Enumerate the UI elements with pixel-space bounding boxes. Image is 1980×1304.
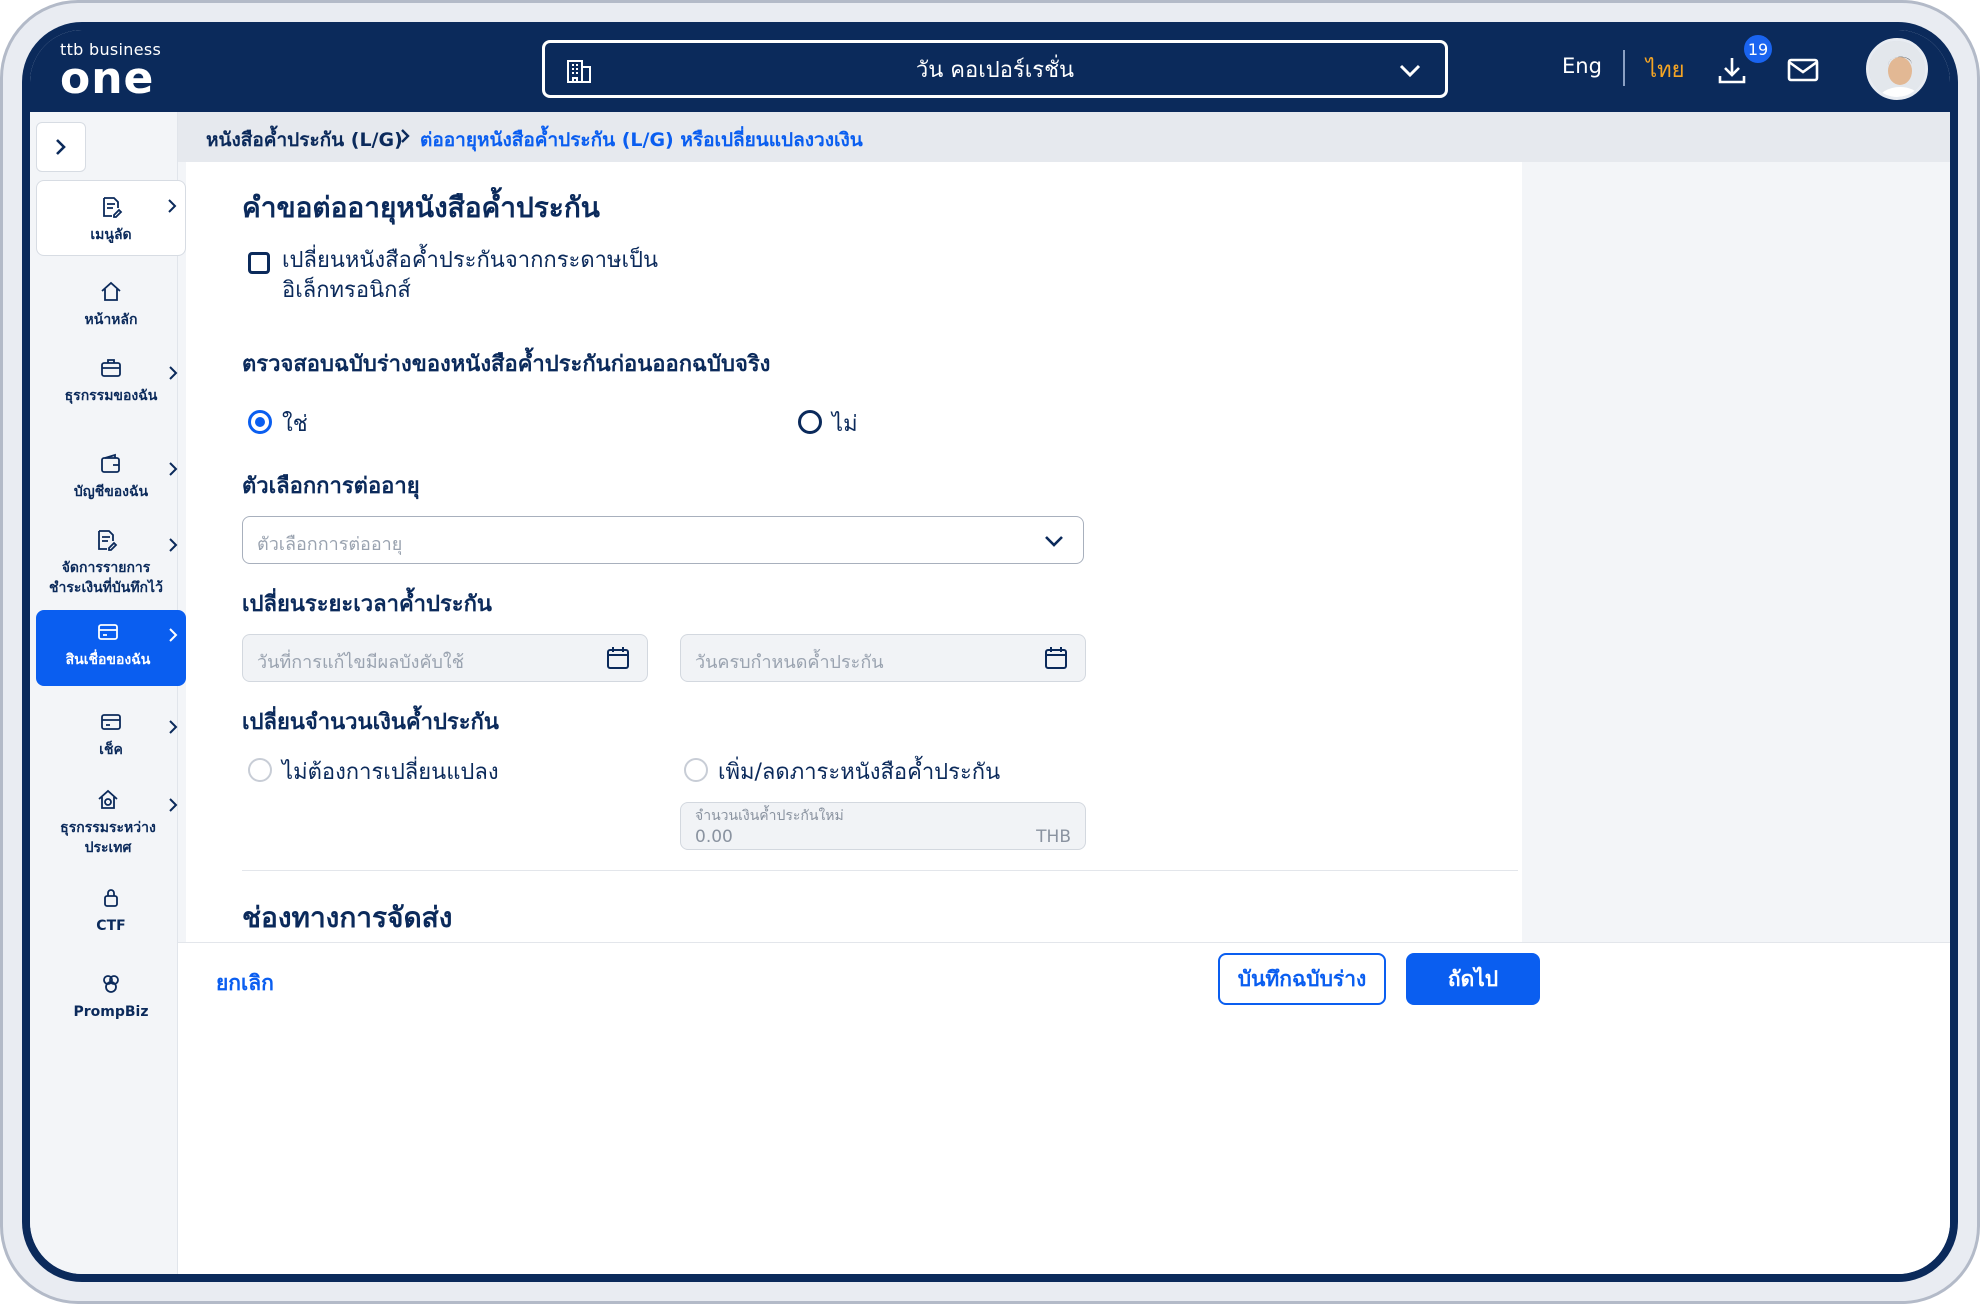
sidebar-item-my-loans[interactable]: สินเชื่อของฉัน <box>36 610 186 686</box>
sidebar-item-cheque[interactable]: เช็ค <box>36 702 186 762</box>
home-icon <box>101 281 121 301</box>
form-card: คำขอต่ออายุหนังสือค้ำประกัน เปลี่ยนหนังส… <box>186 162 1522 962</box>
document-edit-icon <box>103 197 123 218</box>
sidebar-toggle-button[interactable] <box>36 122 86 172</box>
sidebar-item-my-accounts[interactable]: บัญชีของฉัน <box>36 444 186 504</box>
next-button[interactable]: ถัดไป <box>1406 953 1540 1005</box>
section-divider <box>242 870 1518 871</box>
lang-thai-button[interactable]: ไทย <box>1646 52 1684 87</box>
chevron-down-icon <box>1399 64 1421 78</box>
convert-electronic-checkbox[interactable] <box>248 252 270 274</box>
user-avatar[interactable] <box>1866 38 1928 100</box>
sidebar-item-label: CTF <box>96 918 126 934</box>
cancel-button[interactable]: ยกเลิก <box>216 967 274 1000</box>
chevron-right-icon <box>169 628 178 642</box>
company-name: วัน คอเปอร์เรชั่น <box>915 57 1075 83</box>
new-amount-value: 0.00 <box>695 827 733 847</box>
renew-option-placeholder: ตัวเลือกการต่ออายุ <box>257 534 403 555</box>
breadcrumb-current: ต่ออายุหนังสือค้ำประกัน (L/G) หรือเปลี่ย… <box>420 129 863 151</box>
sidebar-item-label: ธุรกรรมของฉัน <box>64 388 158 404</box>
calendar-icon[interactable] <box>1043 645 1069 671</box>
sidebar-item-my-transactions[interactable]: ธุรกรรมของฉัน <box>36 348 186 428</box>
footer-action-bar: ยกเลิก บันทึกฉบับร่าง ถัดไป <box>178 942 1950 1274</box>
new-amount-field[interactable]: จำนวนเงินค้ำประกันใหม่ 0.00 THB <box>680 802 1086 850</box>
sidebar: เมนูลัด หน้าหลัก ธุรกรรมของฉัน บัญชีของฉ… <box>30 112 186 1274</box>
chevron-right-icon <box>169 366 178 380</box>
expiry-date-placeholder: วันครบกำหนดค้ำประกัน <box>695 652 884 673</box>
lang-eng-button[interactable]: Eng <box>1562 54 1602 78</box>
sidebar-item-label: บัญชีของฉัน <box>73 484 149 500</box>
sidebar-item-prompbiz[interactable]: PrompBiz <box>36 964 186 1024</box>
chevron-right-icon <box>169 462 178 476</box>
draft-check-heading: ตรวจสอบฉบับร่างของหนังสือค้ำประกันก่อนออ… <box>242 352 771 377</box>
credit-card-icon <box>98 624 118 640</box>
draft-check-yes-radio[interactable] <box>248 410 272 434</box>
sidebar-item-label: ธุรกรรมระหว่างประเทศ <box>60 820 156 856</box>
brand-logo[interactable]: ttb business one <box>60 40 161 104</box>
currency-label: THB <box>1036 827 1071 847</box>
logo-big-text: one <box>60 53 155 104</box>
document-edit-icon <box>98 530 118 551</box>
amount-change-label[interactable]: เพิ่ม/ลดภาระหนังสือค้ำประกัน <box>718 754 1000 789</box>
sidebar-item-label: สินเชื่อของฉัน <box>65 652 151 668</box>
breadcrumb-parent-link[interactable]: หนังสือค้ำประกัน (L/G) <box>206 125 403 155</box>
chevron-right-icon <box>56 139 66 155</box>
chevron-right-icon <box>168 199 177 213</box>
lock-icon <box>104 889 118 907</box>
calendar-icon[interactable] <box>605 645 631 671</box>
sidebar-item-label: เมนูลัด <box>90 227 132 243</box>
download-count-badge: 19 <box>1742 33 1774 65</box>
sidebar-item-label: PrompBiz <box>73 1004 149 1020</box>
new-amount-label: จำนวนเงินค้ำประกันใหม่ <box>695 808 844 824</box>
sidebar-item-label: หน้าหลัก <box>84 312 138 328</box>
mail-icon[interactable] <box>1786 56 1820 84</box>
download-icon[interactable] <box>1716 54 1748 86</box>
chevron-right-icon <box>169 720 178 734</box>
sidebar-item-home[interactable]: หน้าหลัก <box>36 272 186 332</box>
chevron-right-icon <box>401 129 410 143</box>
globe-home-icon <box>98 789 118 809</box>
period-heading: เปลี่ยนระยะเวลาค้ำประกัน <box>242 592 492 617</box>
top-bar: ttb business one วัน คอเปอร์เรชั่น Eng ไ… <box>30 30 1950 112</box>
wallet-icon <box>101 453 120 473</box>
renew-option-heading: ตัวเลือกการต่ออายุ <box>242 474 420 499</box>
lang-divider <box>1623 50 1625 86</box>
cheque-icon <box>101 714 121 730</box>
amount-heading: เปลี่ยนจำนวนเงินค้ำประกัน <box>242 710 499 735</box>
draft-check-no-label[interactable]: ไม่ <box>832 406 858 441</box>
draft-check-yes-label[interactable]: ใช่ <box>282 406 308 441</box>
building-icon <box>567 60 591 83</box>
company-selector[interactable]: วัน คอเปอร์เรชั่น <box>542 40 1448 98</box>
page-title: คำขอต่ออายุหนังสือค้ำประกัน <box>242 191 600 224</box>
delivery-heading: ช่องทางการจัดส่ง <box>242 901 453 934</box>
avatar-image <box>1869 41 1925 97</box>
sidebar-item-label: จัดการรายการชำระเงินที่บันทึกไว้ <box>49 560 163 596</box>
sidebar-item-saved-payments[interactable]: จัดการรายการชำระเงินที่บันทึกไว้ <box>36 520 186 610</box>
briefcase-icon <box>101 359 121 377</box>
sidebar-item-shortcut-menu[interactable]: เมนูลัด <box>36 180 186 256</box>
prompbiz-icon <box>103 975 119 993</box>
expiry-date-field[interactable]: วันครบกำหนดค้ำประกัน <box>680 634 1086 682</box>
chevron-right-icon <box>169 538 178 552</box>
save-draft-button[interactable]: บันทึกฉบับร่าง <box>1218 953 1386 1005</box>
amount-change-radio[interactable] <box>684 758 708 782</box>
draft-check-no-radio[interactable] <box>798 410 822 434</box>
amount-no-change-radio[interactable] <box>248 758 272 782</box>
chevron-right-icon <box>169 798 178 812</box>
breadcrumb: หนังสือค้ำประกัน (L/G) ต่ออายุหนังสือค้ำ… <box>178 112 1950 162</box>
device-frame: ttb business one วัน คอเปอร์เรชั่น Eng ไ… <box>22 22 1958 1282</box>
app-screen: ttb business one วัน คอเปอร์เรชั่น Eng ไ… <box>30 30 1950 1274</box>
amount-no-change-label[interactable]: ไม่ต้องการเปลี่ยนแปลง <box>282 754 499 789</box>
convert-electronic-label[interactable]: เปลี่ยนหนังสือค้ำประกันจากกระดาษเป็นอิเล… <box>282 246 662 306</box>
effective-date-field[interactable]: วันที่การแก้ไขมีผลบังคับใช้ <box>242 634 648 682</box>
renew-option-select[interactable]: ตัวเลือกการต่ออายุ <box>242 516 1084 564</box>
sidebar-item-label: เช็ค <box>99 742 123 758</box>
sidebar-item-international[interactable]: ธุรกรรมระหว่างประเทศ <box>36 780 186 860</box>
effective-date-placeholder: วันที่การแก้ไขมีผลบังคับใช้ <box>257 652 464 673</box>
sidebar-item-ctf[interactable]: CTF <box>36 878 186 938</box>
chevron-down-icon <box>1045 536 1063 547</box>
